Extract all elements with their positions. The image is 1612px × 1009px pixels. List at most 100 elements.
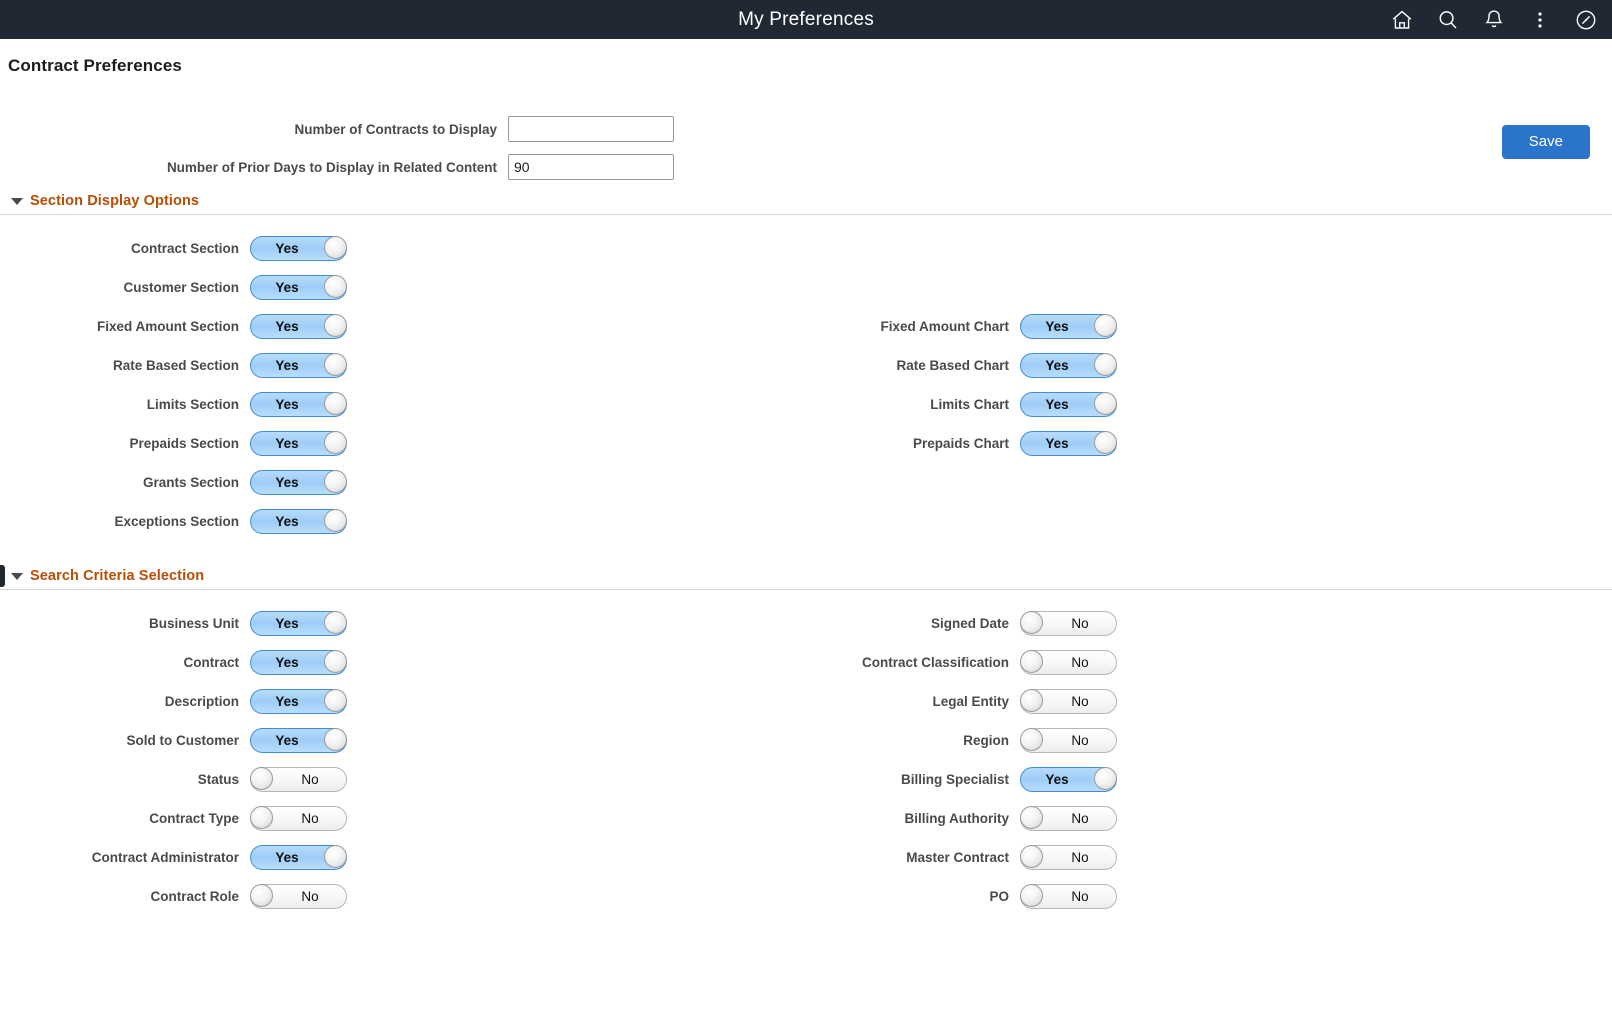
toggle-description[interactable]: Yes (250, 689, 347, 714)
toggle-knob (324, 728, 347, 751)
search-icon[interactable] (1436, 8, 1460, 32)
toggle-master-contract[interactable]: No (1020, 845, 1117, 870)
toggle-value: No (1071, 694, 1089, 709)
toggle-prepaids-chart[interactable]: Yes (1020, 431, 1117, 456)
toggle-value: Yes (275, 850, 299, 865)
toggle-limits-chart[interactable]: Yes (1020, 392, 1117, 417)
toggle-row-billing-specialist: Billing Specialist Yes (770, 760, 1117, 799)
toggle-fixed-amount-section[interactable]: Yes (250, 314, 347, 339)
toggle-knob (1020, 728, 1043, 751)
toggle-value: No (1071, 850, 1089, 865)
toggle-row-fixed-amount-chart: Fixed Amount Chart Yes (770, 307, 1117, 346)
toggle-value: Yes (275, 241, 299, 256)
toggle-value: Yes (275, 319, 299, 334)
label-contract-administrator: Contract Administrator (91, 850, 239, 865)
toggle-knob (1020, 806, 1043, 829)
toggle-row-master-contract: Master Contract No (770, 838, 1117, 877)
number-of-contracts-to-display-input[interactable] (508, 116, 674, 142)
toggle-status[interactable]: No (250, 767, 347, 792)
toggle-contract-classification[interactable]: No (1020, 650, 1117, 675)
app-header: My Preferences (0, 0, 1612, 39)
label-billing-authority: Billing Authority (904, 811, 1010, 826)
section-display-options-header[interactable]: Section Display Options (0, 193, 1612, 214)
toggle-value: No (1071, 811, 1089, 826)
toggle-value: Yes (275, 475, 299, 490)
toggle-customer-section[interactable]: Yes (250, 275, 347, 300)
field-row-contracts-to-display: Number of Contracts to Display (0, 116, 1612, 142)
header-icon-group (1390, 0, 1598, 39)
label-billing-specialist: Billing Specialist (900, 772, 1009, 787)
field-row-prior-days-to-display: Number of Prior Days to Display in Relat… (0, 154, 1612, 180)
toggle-value: No (1071, 655, 1089, 670)
toggle-contract-section[interactable]: Yes (250, 236, 347, 261)
label-sold-to-customer: Sold to Customer (126, 733, 239, 748)
toggle-contract-role[interactable]: No (250, 884, 347, 909)
toggle-signed-date[interactable]: No (1020, 611, 1117, 636)
toggle-contract-type[interactable]: No (250, 806, 347, 831)
toggle-contract[interactable]: Yes (250, 650, 347, 675)
toggle-row-prepaids-chart: Prepaids Chart Yes (770, 424, 1117, 463)
collapsed-panel-handle[interactable] (0, 565, 5, 587)
save-button[interactable]: Save (1501, 125, 1590, 159)
toggle-value: Yes (275, 436, 299, 451)
label-customer-section: Customer Section (123, 280, 239, 295)
toggle-row-customer-section: Customer Section Yes (0, 268, 1612, 307)
save-button-container: Save (1501, 125, 1590, 159)
notifications-bell-icon[interactable] (1482, 8, 1506, 32)
search-criteria-selection: Search Criteria Selection Business Unit … (0, 568, 1612, 916)
home-icon[interactable] (1390, 8, 1414, 32)
toggle-billing-specialist[interactable]: Yes (1020, 767, 1117, 792)
section-display-options-grid: Contract Section Yes Customer Section Ye… (0, 215, 1612, 541)
section-display-options: Section Display Options Contract Section… (0, 193, 1612, 541)
label-po: PO (989, 889, 1009, 904)
actions-kebab-icon[interactable] (1528, 8, 1552, 32)
toggle-value: Yes (275, 514, 299, 529)
navigator-compass-icon[interactable] (1574, 8, 1598, 32)
toggle-value: No (301, 772, 319, 787)
label-signed-date: Signed Date (930, 616, 1009, 631)
label-region: Region (963, 733, 1009, 748)
toggle-sold-to-customer[interactable]: Yes (250, 728, 347, 753)
toggle-value: Yes (1045, 397, 1069, 412)
label-limits-chart: Limits Chart (930, 397, 1009, 412)
toggle-row-contract-classification: Contract Classification No (770, 643, 1117, 682)
toggle-rate-based-chart[interactable]: Yes (1020, 353, 1117, 378)
toggle-po[interactable]: No (1020, 884, 1117, 909)
toggle-grants-section[interactable]: Yes (250, 470, 347, 495)
toggle-value: Yes (1045, 436, 1069, 451)
toggle-value: No (1071, 616, 1089, 631)
section-display-options-title: Section Display Options (30, 193, 200, 209)
toggle-row-grants-section: Grants Section Yes (0, 463, 1612, 502)
toggle-contract-administrator[interactable]: Yes (250, 845, 347, 870)
toggle-fixed-amount-chart[interactable]: Yes (1020, 314, 1117, 339)
toggle-row-rate-based-chart: Rate Based Chart Yes (770, 346, 1117, 385)
toggle-row-limits-chart: Limits Chart Yes (770, 385, 1117, 424)
search-criteria-selection-header[interactable]: Search Criteria Selection (0, 568, 1612, 589)
label-number-of-prior-days-to-display: Number of Prior Days to Display in Relat… (166, 159, 497, 175)
toggle-limits-section[interactable]: Yes (250, 392, 347, 417)
toggle-business-unit[interactable]: Yes (250, 611, 347, 636)
toggle-knob (1020, 611, 1043, 634)
number-of-prior-days-to-display-input[interactable] (508, 154, 674, 180)
toggle-prepaids-section[interactable]: Yes (250, 431, 347, 456)
toggle-knob (250, 806, 273, 829)
toggle-value: Yes (1045, 358, 1069, 373)
label-legal-entity: Legal Entity (932, 694, 1009, 709)
page-content: Contract Preferences Save Number of Cont… (0, 39, 1612, 916)
label-limits-section: Limits Section (146, 397, 239, 412)
toggle-exceptions-section[interactable]: Yes (250, 509, 347, 534)
toggle-value: Yes (275, 694, 299, 709)
page-title: Contract Preferences (8, 56, 182, 75)
label-business-unit: Business Unit (148, 616, 239, 631)
label-contract: Contract (183, 655, 239, 670)
toggle-billing-authority[interactable]: No (1020, 806, 1117, 831)
toggle-value: Yes (275, 616, 299, 631)
toggle-region[interactable]: No (1020, 728, 1117, 753)
toggle-knob (324, 275, 347, 298)
toggle-rate-based-section[interactable]: Yes (250, 353, 347, 378)
label-contract-section: Contract Section (130, 241, 239, 256)
toggle-legal-entity[interactable]: No (1020, 689, 1117, 714)
toggle-knob (324, 650, 347, 673)
search-criteria-selection-title: Search Criteria Selection (30, 568, 205, 584)
toggle-knob (1094, 431, 1117, 454)
